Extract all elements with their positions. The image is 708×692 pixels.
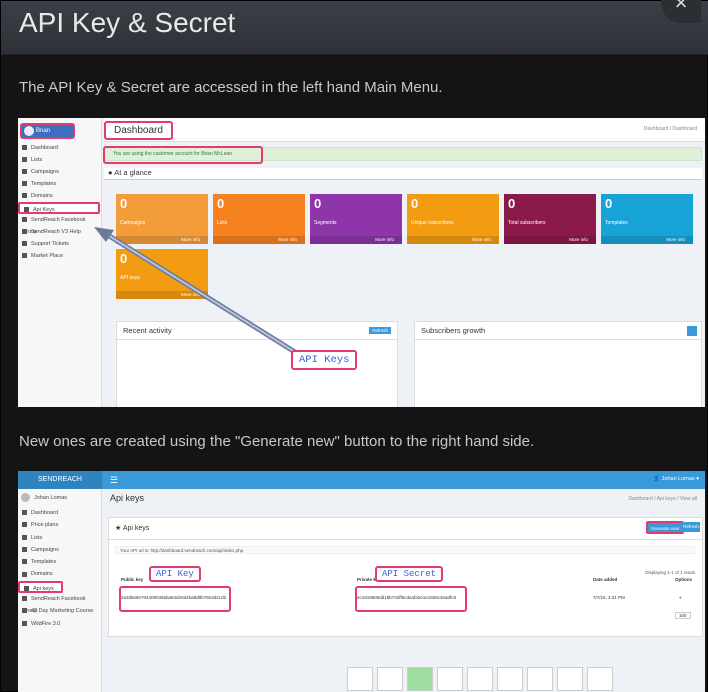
avatar [21, 493, 30, 502]
sidebar-item-wildfire[interactable]: WildFire 3.0 [18, 618, 101, 630]
col-date-added: Date added [593, 577, 618, 582]
fire-icon [22, 620, 27, 626]
col-options: Options [675, 577, 692, 582]
api-main: Api keys Dashboard / Api keys / View all… [104, 489, 705, 692]
title-bar: API Key & Secret × [1, 0, 708, 55]
thumbnail[interactable] [407, 667, 433, 691]
callout-arrow [94, 227, 300, 357]
date-added-value: 7/7/15, 3:31 PM [593, 595, 625, 600]
thumbnail[interactable] [377, 667, 403, 691]
close-button[interactable]: × [661, 0, 701, 23]
generate-new-button[interactable]: Generate new [646, 521, 684, 534]
page-title: API Key & Secret [19, 7, 236, 38]
sidebar-item-lists[interactable]: Lists [18, 532, 101, 544]
sidebar-item-api-keys[interactable]: Api keys [18, 580, 63, 594]
api-url-note: Your API url is: http://dashboard.sendre… [115, 546, 695, 554]
brand-logo: SENDREACH [18, 471, 102, 489]
menu-toggle-icon[interactable]: ☰ [110, 475, 118, 486]
thumbnail[interactable] [437, 667, 463, 691]
envelope-icon [22, 546, 27, 552]
star-icon [24, 585, 29, 591]
results-summary: Displaying 1-1 of 1 result. [645, 570, 696, 575]
thumbnail[interactable] [527, 667, 553, 691]
sidebar-item-campaigns[interactable]: Campaigns [18, 544, 101, 556]
sidebar-item-dashboard[interactable]: Dashboard [18, 507, 101, 519]
tutorial-page: API Key & Secret × The API Key & Secret … [0, 0, 708, 692]
sidebar-item-facebook-group[interactable]: SendReach Facebook Group [18, 593, 101, 614]
user-menu[interactable]: 👤 Johan Lomas ▾ [653, 476, 699, 482]
sidebar-item-label: Campaigns [31, 546, 59, 553]
page-title: Api keys [110, 493, 145, 503]
intro-text-2: New ones are created using the "Generate… [19, 433, 535, 450]
per-page-select[interactable]: 100 [675, 612, 691, 619]
sidebar-item-label: WildFire 3.0 [31, 620, 61, 627]
private-key-highlight [355, 586, 467, 612]
sidebar-item-templates[interactable]: Templates [18, 556, 101, 568]
sidebar-item-marketing-course[interactable]: 42 Day Marketing Course [18, 605, 101, 617]
sidebar-item-label: Domains [31, 571, 53, 578]
api-key-callout: API Key [149, 566, 201, 582]
api-keys-callout: API Keys [291, 350, 358, 370]
facebook-icon [22, 596, 27, 602]
globe-icon [22, 571, 27, 577]
sidebar-item-label: Templates [31, 559, 57, 566]
text-icon [22, 559, 27, 565]
sidebar-item-domains[interactable]: Domains [18, 568, 101, 580]
user-name: Johan Lomas [34, 495, 68, 501]
course-icon [22, 608, 27, 614]
user-menu-name: Johan Lomas [661, 476, 695, 482]
breadcrumb: Dashboard / Api keys / View all [628, 496, 697, 502]
sidebar-item-price-plans[interactable]: Price plans [18, 519, 101, 531]
api-secret-callout: API Secret [375, 566, 444, 582]
delete-icon[interactable]: ● [679, 595, 682, 600]
api-sidebar: Johan Lomas Dashboard Price plans Lists … [18, 489, 102, 692]
dashboard-screenshot: Brian McLean Dashboard Lists Campaigns T… [18, 118, 705, 407]
thumbnail[interactable] [557, 667, 583, 691]
sidebar-item-label: Price plans [31, 522, 59, 529]
sidebar-nav: Dashboard Price plans Lists Campaigns Te… [18, 507, 101, 630]
user-panel: Johan Lomas [18, 489, 101, 507]
col-public-key: Public key [121, 577, 144, 582]
intro-text: The API Key & Secret are accessed in the… [19, 79, 443, 96]
list-icon [22, 534, 27, 540]
sidebar-item-label: Lists [31, 534, 43, 541]
thumbnail[interactable] [347, 667, 373, 691]
dashboard-icon [22, 510, 27, 516]
top-navbar: SENDREACH ☰ 👤 Johan Lomas ▾ [18, 471, 705, 489]
panel-title: Api keys [122, 525, 150, 532]
sidebar-item-label: 42 Day Marketing Course [31, 608, 94, 615]
panel-header: ★ Api keys Generate new Refresh [109, 518, 702, 540]
thumbnail[interactable] [467, 667, 493, 691]
refresh-button[interactable]: Refresh [682, 522, 700, 532]
api-keys-screenshot: SENDREACH ☰ 👤 Johan Lomas ▾ Johan Lomas … [18, 471, 705, 692]
api-keys-panel: ★ Api keys Generate new Refresh Your API… [108, 517, 703, 637]
price-icon [22, 522, 27, 528]
thumbnail[interactable] [497, 667, 523, 691]
sidebar-item-label: Api keys [33, 585, 54, 592]
sidebar-item-label: Dashboard [31, 510, 58, 516]
public-key-highlight [119, 586, 231, 612]
thumbnail[interactable] [587, 667, 613, 691]
